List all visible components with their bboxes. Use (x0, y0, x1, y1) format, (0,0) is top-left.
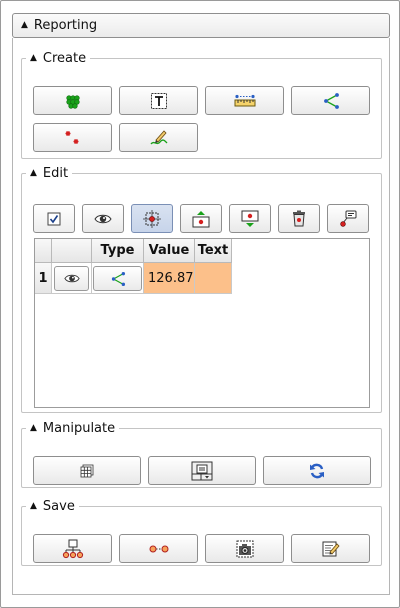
layout-selector-button[interactable] (148, 456, 256, 485)
ruler-measure-icon (234, 94, 255, 106)
ruler-measure-button[interactable] (205, 86, 284, 115)
row-visibility-button[interactable] (54, 266, 89, 291)
manipulate-legend[interactable]: ▲ Manipulate (26, 421, 119, 436)
collapse-triangle-icon[interactable]: ▲ (30, 54, 37, 63)
collapse-triangle-icon[interactable]: ▲ (21, 21, 28, 30)
table-header-visible (52, 239, 92, 263)
save-title: Save (42, 499, 75, 514)
edit-group: ▲ Edit Type Value Text 1 126.87 (21, 166, 382, 413)
annotation-button[interactable] (327, 204, 369, 233)
manipulate-title: Manipulate (42, 421, 116, 436)
table-header-type[interactable]: Type (92, 239, 144, 263)
text-label-icon (150, 92, 167, 109)
angle-measure-button[interactable] (291, 86, 370, 115)
add-points-icon (65, 94, 80, 109)
table-cell-type (92, 263, 144, 294)
edit-title: Edit (42, 166, 69, 181)
edit-notes-button[interactable] (291, 534, 370, 563)
table-cell-visible (52, 263, 92, 294)
reporting-body: ▲ Create ▲ Edit Type Value Text 1 126.87… (12, 38, 390, 595)
save-legend[interactable]: ▲ Save (26, 499, 79, 514)
move-up-icon (192, 210, 210, 227)
center-target-button[interactable] (131, 204, 173, 233)
move-down-icon (241, 210, 259, 227)
table-header-text[interactable]: Text (195, 239, 232, 263)
manipulate-group: ▲ Manipulate (21, 421, 382, 488)
angle-measure-icon (111, 271, 125, 286)
edit-legend[interactable]: ▲ Edit (26, 166, 72, 181)
create-title: Create (42, 51, 87, 66)
reporting-title: Reporting (33, 18, 98, 33)
table-header-index (35, 239, 52, 263)
row-type-button[interactable] (93, 266, 142, 291)
refresh-icon (310, 463, 324, 478)
points-export-icon (149, 545, 168, 552)
collapse-triangle-icon[interactable]: ▲ (30, 424, 37, 433)
create-group: ▲ Create (21, 51, 382, 159)
add-points-button[interactable] (33, 86, 112, 115)
text-label-button[interactable] (119, 86, 198, 115)
hierarchy-export-button[interactable] (33, 534, 112, 563)
reporting-panel: ▲ Reporting ▲ Create ▲ Edit Type Value T… (0, 0, 400, 608)
table-header-value[interactable]: Value (144, 239, 195, 263)
table-cell-text[interactable] (195, 263, 232, 294)
freehand-draw-icon (149, 129, 167, 144)
delete-trash-icon (293, 210, 305, 227)
reports-table[interactable]: Type Value Text 1 126.87 (34, 238, 370, 408)
check-all-button[interactable] (33, 204, 75, 233)
edit-notes-icon (322, 541, 340, 556)
move-down-button[interactable] (229, 204, 271, 233)
table-cell-value[interactable]: 126.87 (144, 263, 195, 294)
angle-measure-icon (323, 92, 339, 109)
freehand-draw-button[interactable] (119, 123, 198, 152)
hierarchy-export-icon (62, 539, 83, 558)
screenshot-icon (236, 540, 253, 557)
scatter-markers-icon (65, 130, 78, 144)
collapse-triangle-icon[interactable]: ▲ (30, 502, 37, 511)
eye-icon (63, 274, 80, 283)
table-row-index[interactable]: 1 (35, 263, 52, 294)
delete-button[interactable] (278, 204, 320, 233)
scatter-markers-button[interactable] (33, 123, 112, 152)
refresh-button[interactable] (263, 456, 371, 485)
save-group: ▲ Save (21, 499, 382, 566)
collapse-triangle-icon[interactable]: ▲ (30, 169, 37, 178)
center-target-icon (143, 209, 161, 228)
grid-layout-button[interactable] (33, 456, 141, 485)
reporting-header[interactable]: ▲ Reporting (12, 13, 390, 38)
layout-selector-icon (191, 461, 213, 480)
move-up-button[interactable] (180, 204, 222, 233)
points-export-button[interactable] (119, 534, 198, 563)
visibility-eye-icon (94, 214, 112, 223)
screenshot-button[interactable] (205, 534, 284, 563)
create-legend[interactable]: ▲ Create (26, 51, 90, 66)
visibility-button[interactable] (82, 204, 124, 233)
annotation-callout-icon (340, 210, 357, 227)
grid-layout-icon (80, 464, 94, 477)
check-all-icon (47, 212, 61, 225)
